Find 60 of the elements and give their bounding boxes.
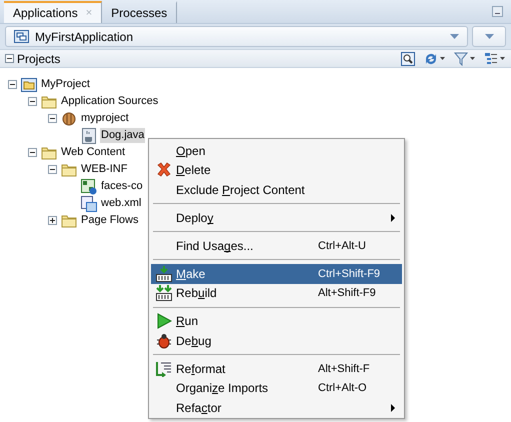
tree-item[interactable]: Web Content [60,145,126,160]
package-icon [61,110,77,126]
tree-item[interactable]: myproject [80,111,130,126]
menu-item[interactable]: Rebuild Alt+Shift-F9 [151,284,402,303]
collapse-icon[interactable] [5,54,14,63]
application-icon [14,30,29,43]
collapse-icon[interactable] [8,80,16,89]
tree-item[interactable]: Dog.java [100,128,146,143]
collapse-icon[interactable] [48,165,56,174]
filter-icon[interactable] [454,52,468,66]
menu-item[interactable]: Make Ctrl+Shift-F9 [151,264,402,284]
menu-item[interactable]: Refactor [151,398,402,418]
project-icon [21,76,37,92]
rebuild-icon [156,285,172,302]
config-file-icon [81,178,97,194]
menu-item[interactable]: Debug [151,331,402,350]
panel-tab[interactable]: Applications × [4,1,102,23]
build-icon [156,266,172,282]
menu-item[interactable]: Exclude Project Content [151,180,402,200]
caret-icon [450,34,459,39]
tree-item[interactable]: faces-co [100,179,144,194]
menu-item[interactable]: Reformat Alt+Shift-F [151,359,402,378]
xml-file-icon [81,196,97,212]
tree-item[interactable]: Page Flows [80,213,140,228]
panel-tab[interactable]: Processes [102,1,178,23]
application-name: MyFirstApplication [35,30,134,44]
sync-icon[interactable] [424,52,438,66]
folder-icon [61,212,77,228]
caret-icon [484,34,494,39]
run-icon [156,313,172,330]
folder-icon [61,162,77,178]
menu-item[interactable]: Organize Imports Ctrl+Alt-O [151,378,402,398]
menu-item[interactable]: Open [151,141,402,160]
menu-item[interactable]: Delete [151,160,402,180]
collapse-icon[interactable] [28,97,36,106]
collapse-icon[interactable] [48,114,56,123]
search-icon[interactable] [401,52,415,66]
tree-item[interactable]: Application Sources [60,94,160,109]
delete-icon [156,162,172,178]
menu-item[interactable]: Deploy [151,208,402,228]
folder-icon [41,144,57,160]
java-file-icon [81,128,97,144]
caret-icon[interactable] [470,57,475,60]
folder-icon [41,94,57,110]
application-dropdown[interactable]: MyFirstApplication [5,26,468,47]
dropdown-button[interactable] [472,26,506,47]
collapse-icon[interactable] [28,148,36,157]
reformat-icon [156,360,172,377]
caret-icon[interactable] [440,57,445,60]
menu-item[interactable]: Find Usages... Ctrl+Alt-U [151,236,402,256]
minimize-icon[interactable] [492,6,503,17]
tree-item[interactable]: web.xml [100,196,142,211]
tree-layout-icon[interactable] [484,52,498,66]
menu-item[interactable]: Run [151,312,402,331]
caret-icon[interactable] [500,57,505,60]
tree-item[interactable]: WEB-INF [80,162,128,177]
bug-icon [156,332,172,349]
tree-item[interactable]: MyProject [40,77,91,92]
expand-icon[interactable] [48,216,56,225]
panel-title: Projects [17,52,62,66]
